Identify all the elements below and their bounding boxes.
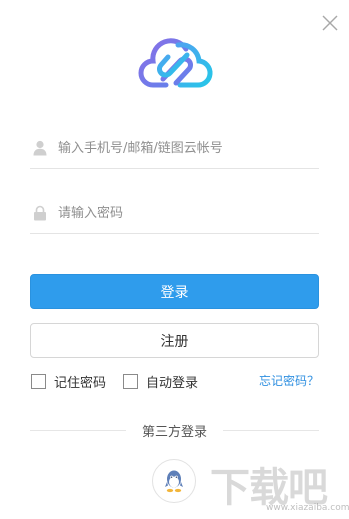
cloud-link-logo	[138, 38, 213, 88]
account-field	[30, 128, 319, 169]
user-icon	[33, 140, 47, 156]
divider-left	[30, 430, 126, 431]
remember-password-label: 记住密码	[54, 375, 107, 391]
login-button[interactable]: 登录	[30, 274, 319, 309]
remember-password-checkbox[interactable]	[31, 373, 46, 389]
qq-login-button[interactable]	[152, 459, 196, 503]
password-input[interactable]	[58, 201, 313, 225]
third-party-login-label: 第三方登录	[141, 425, 207, 440]
auto-login-label: 自动登录	[146, 375, 199, 391]
watermark-logo: 下载吧 www.xiazaiba.com	[210, 455, 349, 517]
register-button[interactable]: 注册	[30, 323, 319, 358]
close-icon	[322, 15, 338, 31]
watermark-logo-text: 下载吧	[210, 464, 328, 511]
watermark-url: www.xiazaiba.com	[266, 503, 349, 513]
account-input[interactable]	[58, 136, 313, 160]
password-field	[30, 193, 319, 234]
forgot-password-link[interactable]: 忘记密码？	[259, 372, 319, 389]
lock-icon	[34, 205, 46, 221]
close-button[interactable]	[318, 11, 342, 35]
auto-login-option[interactable]: 自动登录	[123, 371, 198, 391]
remember-password-option[interactable]: 记住密码	[31, 371, 106, 391]
qq-icon	[165, 470, 183, 493]
auto-login-checkbox[interactable]	[123, 373, 138, 389]
divider-right	[223, 430, 319, 431]
